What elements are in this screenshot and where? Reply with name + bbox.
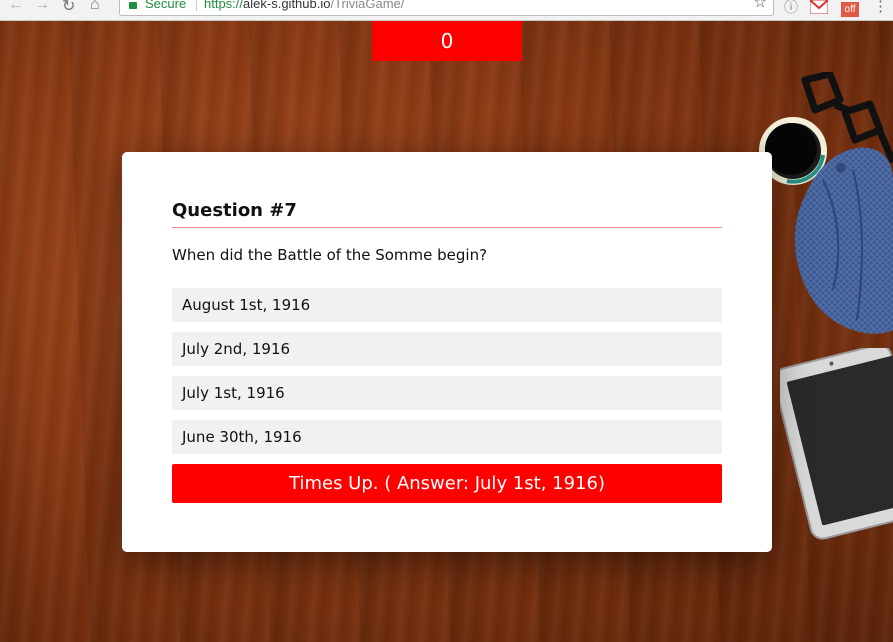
extension-icon[interactable]: off [841,2,859,17]
answer-list: August 1st, 1916 July 2nd, 1916 July 1st… [172,288,722,464]
address-bar[interactable]: Secure https://alek-s.github.io/TriviaGa… [119,0,774,16]
gmail-icon[interactable] [809,0,829,15]
result-banner: Times Up. ( Answer: July 1st, 1916) [172,464,722,503]
info-icon[interactable]: ⓘ [784,0,798,17]
url-path: /TriviaGame/ [330,0,405,11]
answer-option[interactable]: July 2nd, 1916 [172,332,722,366]
reload-icon[interactable]: ↻ [62,0,75,16]
url-text: https://alek-s.github.io/TriviaGame/ [204,0,404,11]
answer-option[interactable]: June 30th, 1916 [172,420,722,454]
lock-icon [129,2,137,9]
arrow-right-icon[interactable]: → [34,0,50,14]
tablet-icon [780,348,893,540]
arrow-left-icon[interactable]: ← [8,0,24,14]
url-host: alek-s.github.io [243,0,331,11]
secure-label: Secure [145,0,187,11]
kebab-menu-icon[interactable]: ⋮ [873,0,888,15]
question-text: When did the Battle of the Somme begin? [172,246,488,264]
question-title: Question #7 [172,200,297,221]
home-icon[interactable]: ⌂ [90,0,100,14]
divider [196,0,197,11]
star-icon[interactable]: ☆ [754,0,767,11]
browser-toolbar: ← → ↻ ⌂ Secure https://alek-s.github.io/… [0,0,893,21]
title-divider [172,227,722,228]
baseball-cap-icon [794,147,893,334]
url-scheme: https:// [204,0,244,11]
countdown-timer: 0 [372,21,522,61]
answer-option[interactable]: August 1st, 1916 [172,288,722,322]
answer-option[interactable]: July 1st, 1916 [172,376,722,410]
question-card: Question #7 When did the Battle of the S… [122,152,772,552]
